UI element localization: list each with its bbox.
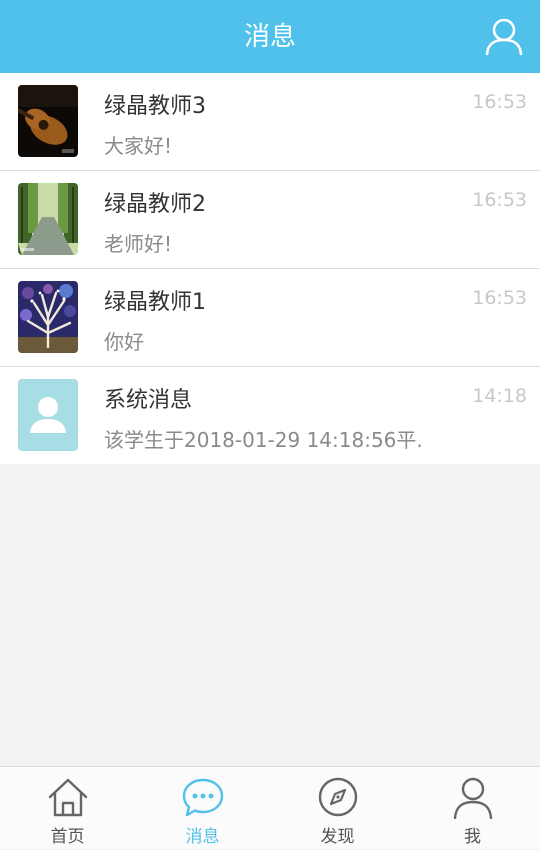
message-preview: 大家好! [104,134,173,158]
message-time: 16:53 [472,91,527,113]
home-icon [46,775,90,819]
message-time: 14:18 [472,385,527,407]
compass-icon [316,775,360,819]
message-row-teacher1[interactable]: 绿晶教师1 你好 16:53 [0,269,540,367]
message-row-teacher2[interactable]: 绿晶教师2 老师好! 16:53 [0,171,540,269]
tab-label: 我 [464,827,481,847]
message-row-teacher3[interactable]: 绿晶教师3 大家好! 16:53 [0,73,540,171]
avatar [18,379,78,451]
tab-messages[interactable]: 消息 [135,767,270,850]
message-time: 16:53 [472,287,527,309]
default-user-avatar [18,379,78,451]
message-row-system[interactable]: 系统消息 该学生于2018-01-29 14:18:56平... 14:18 [0,367,540,464]
tab-label: 发现 [320,827,355,847]
bottom-tab-bar: 首页 消息 发现 我 [0,766,540,849]
message-preview: 老师好! [104,232,173,256]
tab-label: 首页 [50,827,85,847]
avatar [18,183,78,255]
forest-road-photo [18,183,78,255]
user-icon [451,775,495,819]
user-icon [485,18,523,56]
sender-name: 绿晶教师3 [104,94,206,119]
message-preview: 该学生于2018-01-29 14:18:56平... [104,428,424,452]
page-title: 消息 [243,22,296,52]
tab-discover[interactable]: 发现 [270,767,405,850]
sender-name: 绿晶教师2 [104,192,206,217]
app-header: 消息 [0,0,540,73]
guitar-photo [18,85,78,157]
message-list: 绿晶教师3 大家好! 16:53 绿晶教师2 老师好! 16:53 绿晶教师1 … [0,73,540,464]
avatar [18,281,78,353]
sender-name: 系统消息 [104,388,193,413]
tab-label: 消息 [185,827,220,847]
message-time: 16:53 [472,189,527,211]
tab-home[interactable]: 首页 [0,767,135,850]
tree-painting-photo [18,281,78,353]
profile-button[interactable] [484,16,524,56]
tab-me[interactable]: 我 [405,767,540,850]
sender-name: 绿晶教师1 [104,290,206,315]
message-preview: 你好 [104,330,144,354]
avatar [18,85,78,157]
chat-bubble-icon [181,775,225,819]
